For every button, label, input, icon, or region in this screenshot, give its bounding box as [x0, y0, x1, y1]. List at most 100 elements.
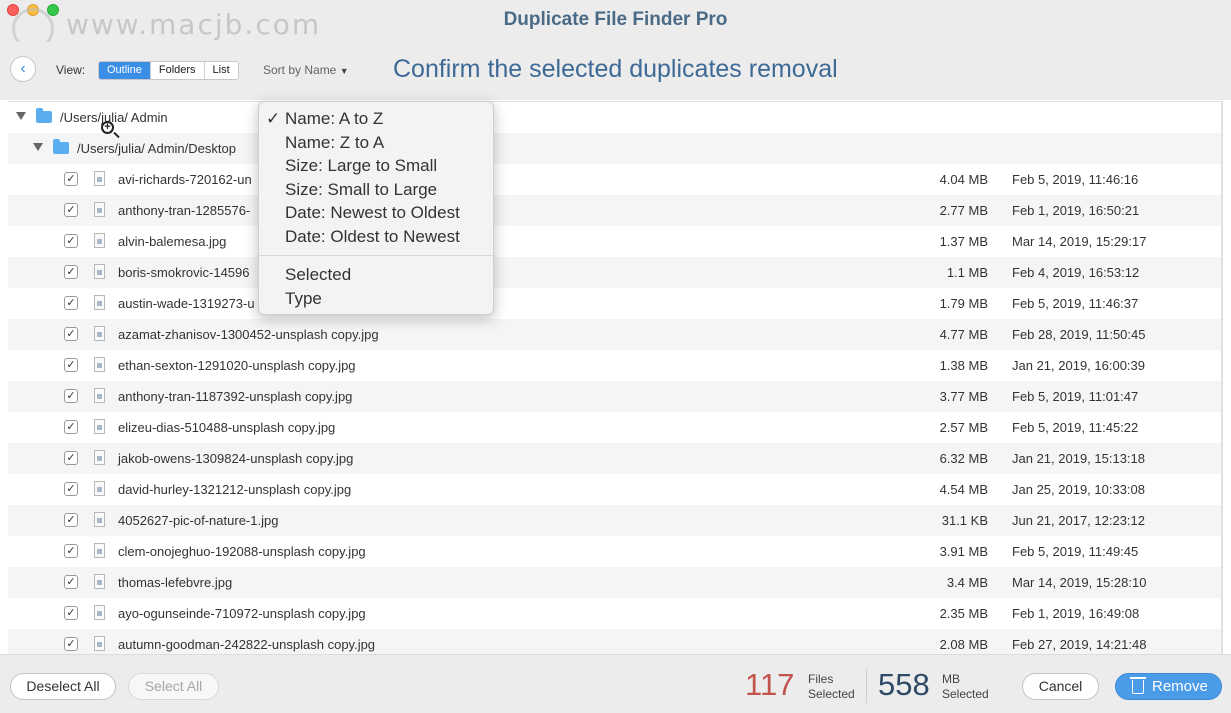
deselect-all-button[interactable]: Deselect All: [10, 673, 116, 700]
view-mode-segmented-control: Outline Folders List: [98, 61, 239, 80]
file-checkbox[interactable]: ✓: [64, 544, 78, 558]
cancel-button[interactable]: Cancel: [1022, 673, 1099, 700]
file-checkbox[interactable]: ✓: [64, 451, 78, 465]
menu-item-label: Name: A to Z: [285, 109, 384, 128]
sort-menu-item-type[interactable]: Type: [259, 287, 495, 311]
remove-button[interactable]: Remove: [1115, 673, 1222, 700]
sort-menu-item-name-z-a[interactable]: Name: Z to A: [259, 131, 495, 155]
files-selected-label-line2: Selected: [808, 687, 855, 701]
sort-menu-item-selected[interactable]: Selected: [259, 263, 495, 287]
file-checkbox[interactable]: ✓: [64, 265, 78, 279]
disclosure-triangle-icon[interactable]: [16, 112, 26, 120]
file-checkbox[interactable]: ✓: [64, 575, 78, 589]
file-checkbox[interactable]: ✓: [64, 637, 78, 651]
file-row[interactable]: ✓ david-hurley-1321212-unsplash copy.jpg 4…: [8, 474, 1223, 505]
file-row[interactable]: ✓ avi-richards-720162-un 4.04 MB Feb 5, 201…: [8, 164, 1223, 195]
file-row[interactable]: ✓ elizeu-dias-510488-unsplash copy.jpg 2.5…: [8, 412, 1223, 443]
sort-menu-item-date-oldest[interactable]: Date: Oldest to Newest: [259, 225, 495, 249]
back-button[interactable]: ‹: [10, 56, 36, 82]
file-row[interactable]: ✓ anthony-tran-1187392-unsplash copy.jpg 3…: [8, 381, 1223, 412]
file-row[interactable]: ✓ austin-wade-1319273-u 1.79 MB Feb 5, 2019…: [8, 288, 1223, 319]
file-checkbox[interactable]: ✓: [64, 172, 78, 186]
menu-item-label: Date: Newest to Oldest: [285, 203, 460, 222]
image-file-icon: [94, 605, 105, 620]
menu-item-label: Type: [285, 289, 322, 308]
image-file-icon: [94, 357, 105, 372]
sort-menu-item-size-small-large[interactable]: Size: Small to Large: [259, 178, 495, 202]
file-checkbox[interactable]: ✓: [64, 389, 78, 403]
file-date: Jan 21, 2019, 15:13:18: [1012, 451, 1146, 466]
sort-menu-item-name-a-z[interactable]: ✓ Name: A to Z: [259, 107, 495, 131]
file-row[interactable]: ✓ jakob-owens-1309824-unsplash copy.jpg 6.…: [8, 443, 1223, 474]
file-size: 2.35 MB: [939, 606, 988, 621]
view-list-tab[interactable]: List: [203, 62, 238, 79]
file-row[interactable]: ✓ alvin-balemesa.jpg 1.37 MB Mar 14, 2019, …: [8, 226, 1223, 257]
select-all-button[interactable]: Select All: [128, 673, 219, 700]
image-file-icon: [94, 481, 105, 496]
file-row[interactable]: ✓ azamat-zhanisov-1300452-unsplash copy.j…: [8, 319, 1223, 350]
file-date: Feb 5, 2019, 11:45:22: [1012, 420, 1139, 435]
file-name: ethan-sexton-1291020-unsplash copy.jpg: [118, 358, 356, 373]
menu-item-label: Selected: [285, 265, 352, 284]
file-row[interactable]: ✓ autumn-goodman-242822-unsplash copy.jpg…: [8, 629, 1223, 654]
file-checkbox[interactable]: ✓: [64, 606, 78, 620]
file-name: avi-richards-720162-un: [118, 172, 252, 187]
file-row[interactable]: ✓ anthony-tran-1285576- 2.77 MB Feb 1, 2019…: [8, 195, 1223, 226]
mb-selected-label-line2: Selected: [942, 687, 989, 701]
file-checkbox[interactable]: ✓: [64, 203, 78, 217]
file-row[interactable]: ✓ clem-onojeghuo-192088-unsplash copy.jpg…: [8, 536, 1223, 567]
mb-selected-label: MB: [942, 672, 960, 686]
file-row[interactable]: ✓ ayo-ogunseinde-710972-unsplash copy.jpg…: [8, 598, 1223, 629]
file-checkbox[interactable]: ✓: [64, 513, 78, 527]
folder-row-root[interactable]: /Users/julia/ Admin: [8, 102, 1223, 133]
image-file-icon: [94, 171, 105, 186]
file-checkbox[interactable]: ✓: [64, 420, 78, 434]
file-date: Feb 4, 2019, 16:53:12: [1012, 265, 1140, 280]
folder-path: /Users/julia/ Admin: [60, 110, 168, 125]
file-row[interactable]: ✓ ethan-sexton-1291020-unsplash copy.jpg 1…: [8, 350, 1223, 381]
file-date: Feb 5, 2019, 11:01:47: [1012, 389, 1139, 404]
file-checkbox[interactable]: ✓: [64, 234, 78, 248]
file-row[interactable]: ✓ 4052627-pic-of-nature-1.jpg 31.1 KB Jun 2…: [8, 505, 1223, 536]
folder-row-desktop[interactable]: /Users/julia/ Admin/Desktop: [8, 133, 1223, 164]
file-date: Feb 5, 2019, 11:46:37: [1012, 296, 1139, 311]
file-date: Feb 1, 2019, 16:49:08: [1012, 606, 1140, 621]
file-name: clem-onojeghuo-192088-unsplash copy.jpg: [118, 544, 366, 559]
image-file-icon: [94, 388, 105, 403]
title-bar: www.macjb.com Duplicate File Finder Pro: [0, 0, 1231, 50]
file-row[interactable]: ✓ boris-smokrovic-14596 1.1 MB Feb 4, 2019,…: [8, 257, 1223, 288]
file-size: 3.77 MB: [939, 389, 988, 404]
file-name: alvin-balemesa.jpg: [118, 234, 227, 249]
file-size: 2.08 MB: [939, 637, 988, 652]
file-size: 1.1 MB: [946, 265, 988, 280]
file-name: anthony-tran-1285576-: [118, 203, 251, 218]
image-file-icon: [94, 450, 105, 465]
file-size: 4.54 MB: [939, 482, 988, 497]
folder-path: /Users/julia/ Admin/Desktop: [77, 141, 236, 156]
image-file-icon: [94, 295, 105, 310]
footer-bar: Deselect All Select All 117 Files Select…: [0, 654, 1231, 713]
file-name: autumn-goodman-242822-unsplash copy.jpg: [118, 637, 376, 652]
files-selected-label: Files: [808, 672, 834, 686]
file-checkbox[interactable]: ✓: [64, 358, 78, 372]
file-name: boris-smokrovic-14596: [118, 265, 250, 280]
file-name: 4052627-pic-of-nature-1.jpg: [118, 513, 279, 528]
file-row[interactable]: ✓ thomas-lefebvre.jpg 3.4 MB Mar 14, 2019, …: [8, 567, 1223, 598]
image-file-icon: [94, 543, 105, 558]
file-checkbox[interactable]: ✓: [64, 482, 78, 496]
sort-menu-item-size-large-small[interactable]: Size: Large to Small: [259, 154, 495, 178]
files-selected-count: 117: [745, 667, 795, 702]
window-title: Duplicate File Finder Pro: [503, 9, 728, 30]
sort-by-dropdown[interactable]: Sort by Name ▼: [263, 63, 349, 77]
file-date: Feb 5, 2019, 11:49:45: [1012, 544, 1139, 559]
view-label: View:: [56, 63, 86, 77]
remove-button-label: Remove: [1152, 678, 1208, 695]
view-folders-tab[interactable]: Folders: [149, 62, 204, 79]
view-outline-tab[interactable]: Outline: [99, 62, 150, 79]
file-checkbox[interactable]: ✓: [64, 296, 78, 310]
file-checkbox[interactable]: ✓: [64, 327, 78, 341]
vertical-scrollbar[interactable]: [1221, 102, 1223, 654]
sort-menu-item-date-newest[interactable]: Date: Newest to Oldest: [259, 201, 495, 225]
disclosure-triangle-icon[interactable]: [33, 143, 43, 151]
menu-item-label: Date: Oldest to Newest: [285, 227, 460, 246]
